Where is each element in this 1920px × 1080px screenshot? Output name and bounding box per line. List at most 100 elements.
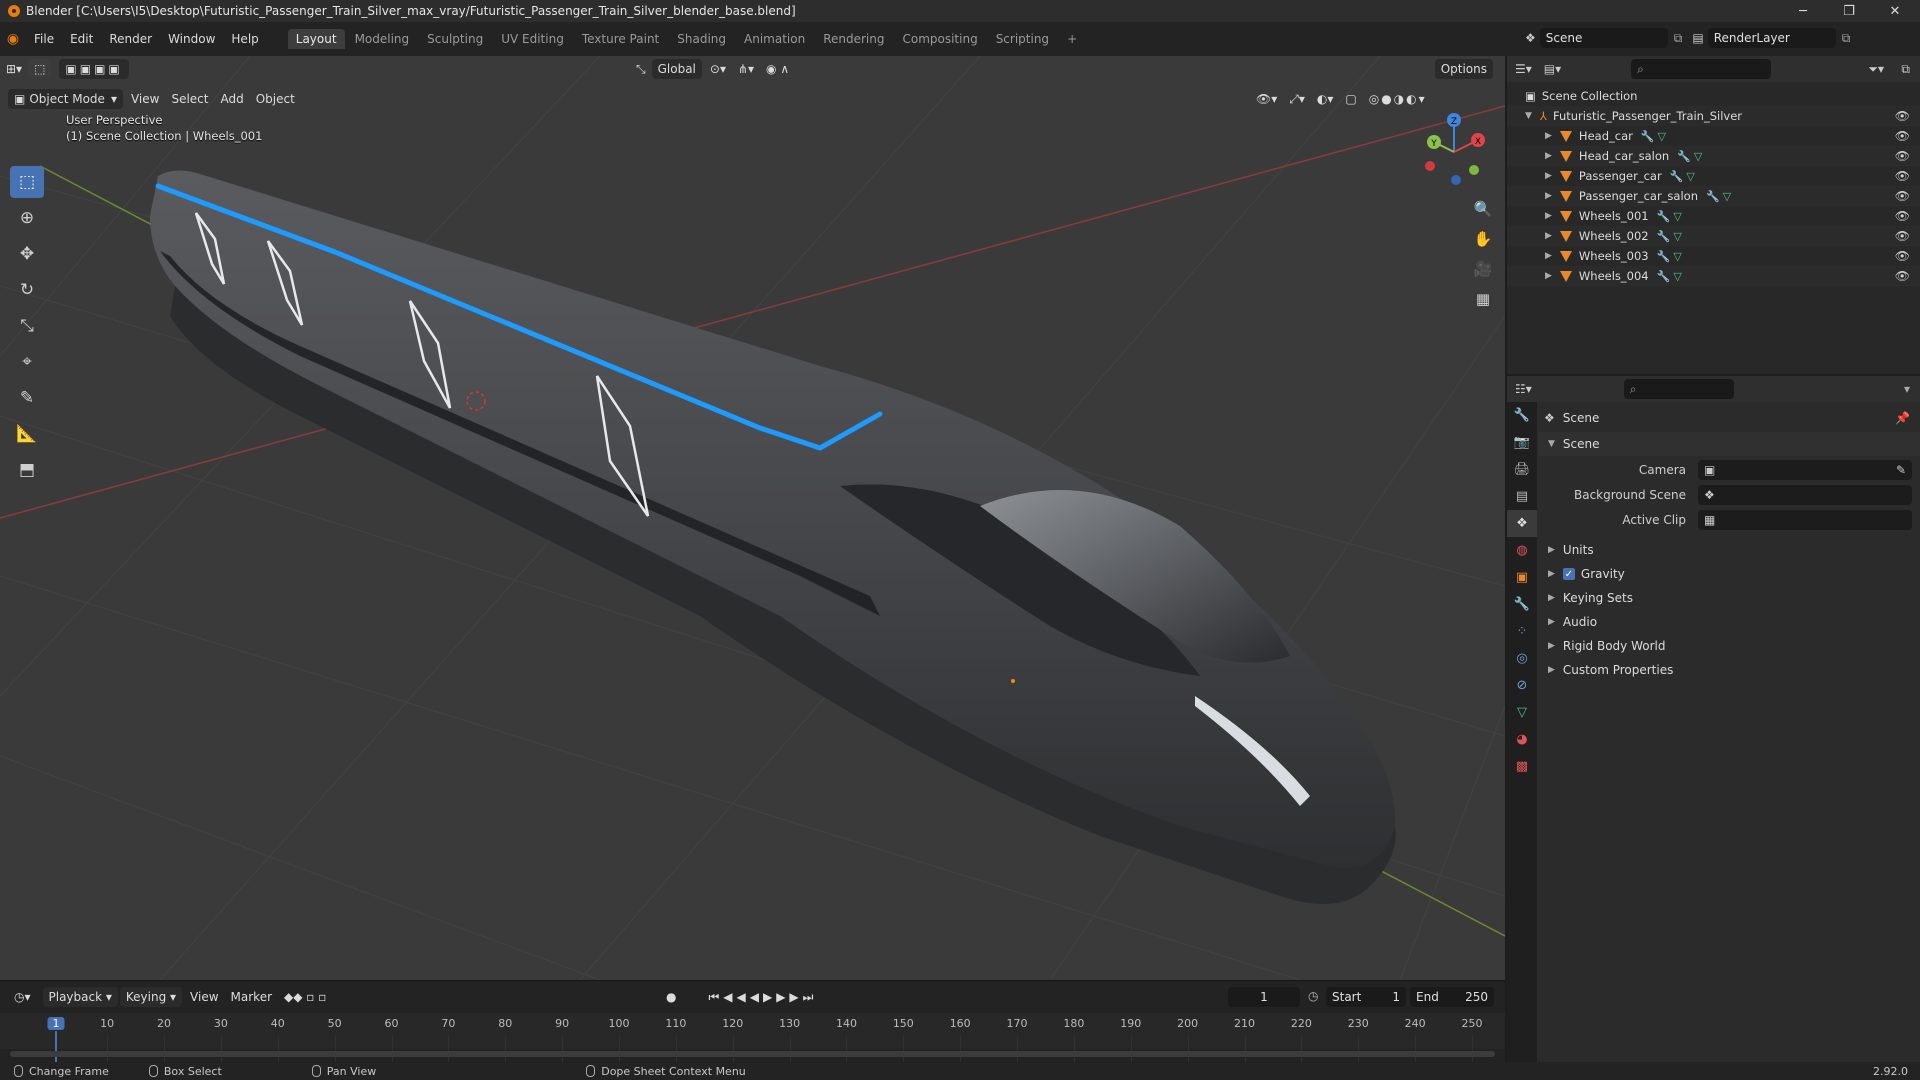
auto-keying-icon[interactable]: ●: [660, 987, 682, 1007]
properties-editor-type-icon[interactable]: ☷▾: [1515, 382, 1532, 396]
texture-tab-icon[interactable]: ▩: [1507, 753, 1537, 780]
eye-icon[interactable]: 👁: [1895, 169, 1910, 183]
object-tab-icon[interactable]: ▣: [1507, 564, 1537, 591]
end-frame-field[interactable]: End 250: [1410, 987, 1494, 1007]
scale-tool-icon[interactable]: ⤡: [10, 310, 44, 342]
tab-scripting[interactable]: Scripting: [988, 29, 1057, 49]
scene-panel-header[interactable]: ▼ Scene: [1538, 432, 1920, 456]
tab-uv-editing[interactable]: UV Editing: [493, 29, 572, 49]
scene-name-field[interactable]: Scene: [1539, 28, 1668, 48]
add-cube-tool-icon[interactable]: ⬒: [10, 454, 44, 486]
tab-layout[interactable]: Layout: [287, 29, 345, 49]
tree-row-collection[interactable]: ▼ ⅄ Futuristic_Passenger_Train_Silver 👁: [1507, 106, 1920, 126]
timeline-editor-type-icon[interactable]: ◷▾: [8, 987, 37, 1007]
mesh-data-icon[interactable]: ▽: [1658, 130, 1666, 143]
output-tab-icon[interactable]: 🖨: [1507, 456, 1537, 483]
visibility-icon[interactable]: 👁▾: [1250, 89, 1283, 109]
options-dropdown[interactable]: Options: [1434, 59, 1493, 79]
menu-help[interactable]: Help: [223, 32, 266, 46]
3d-viewport[interactable]: ⊞▾ ⬚ ▣▣▣▣ ⤡ Global ⊙▾ ⋔▾ ◉ ∧ Options ▣ O…: [0, 56, 1505, 980]
expand-right-icon[interactable]: ▶: [1545, 271, 1552, 281]
keying-menu[interactable]: Keying ▾: [119, 987, 183, 1007]
tab-animation[interactable]: Animation: [736, 29, 813, 49]
eyedropper-icon[interactable]: ✎: [1896, 463, 1906, 477]
expand-right-icon[interactable]: ▶: [1545, 171, 1552, 181]
gravity-panel[interactable]: ▶ ✓ Gravity: [1538, 562, 1920, 586]
minimize-button[interactable]: ─: [1780, 0, 1826, 22]
tab-compositing[interactable]: Compositing: [894, 29, 985, 49]
modifier-icon[interactable]: 🔧: [1677, 150, 1691, 163]
pivot-point-icon[interactable]: ⊙▾: [704, 59, 732, 79]
tree-row-object[interactable]: ▶ Head_car_salon 🔧 ▽ 👁: [1507, 146, 1920, 166]
tree-row-object[interactable]: ▶ Wheels_004 🔧 ▽ 👁: [1507, 266, 1920, 286]
tool-tab-icon[interactable]: 🔧: [1507, 402, 1537, 429]
mesh-data-icon[interactable]: ▽: [1723, 190, 1731, 203]
modifier-icon[interactable]: 🔧: [1657, 250, 1671, 263]
chevron-down-icon[interactable]: ▾: [1904, 382, 1910, 396]
playback-controls[interactable]: ⏮◀◀◀▶▶▶⏭: [702, 987, 823, 1007]
tab-shading[interactable]: Shading: [669, 29, 734, 49]
units-panel[interactable]: ▶ Units: [1538, 538, 1920, 562]
modifier-icon[interactable]: 🔧: [1670, 170, 1684, 183]
properties-search-input[interactable]: ⌕: [1623, 379, 1734, 399]
outliner-search-input[interactable]: ⌕: [1631, 59, 1772, 79]
modifier-icon[interactable]: 🔧: [1657, 270, 1671, 283]
scene-tab-icon[interactable]: ❖: [1507, 510, 1537, 537]
perspective-toggle-icon[interactable]: ▦: [1470, 286, 1496, 312]
blender-menu-icon[interactable]: ◉: [0, 31, 26, 47]
particles-tab-icon[interactable]: ⁘: [1507, 618, 1537, 645]
add-workspace-button[interactable]: +: [1059, 29, 1085, 49]
data-tab-icon[interactable]: ▽: [1507, 699, 1537, 726]
start-frame-field[interactable]: Start 1: [1326, 987, 1406, 1007]
mesh-data-icon[interactable]: ▽: [1686, 170, 1694, 183]
new-view-layer-icon[interactable]: ⧉: [1842, 31, 1851, 46]
mesh-data-icon[interactable]: ▽: [1673, 230, 1681, 243]
eye-icon[interactable]: 👁: [1895, 229, 1910, 243]
physics-tab-icon[interactable]: ◎: [1507, 645, 1537, 672]
keying-sets-panel[interactable]: ▶ Keying Sets: [1538, 586, 1920, 610]
selection-mode-icons[interactable]: ▣▣▣▣: [59, 59, 129, 79]
camera-field[interactable]: ▣ ✎: [1698, 460, 1912, 480]
view-layer-tab-icon[interactable]: ▤: [1507, 483, 1537, 510]
annotate-tool-icon[interactable]: ✎: [10, 382, 44, 414]
tree-row-object[interactable]: ▶ Head_car 🔧 ▽ 👁: [1507, 126, 1920, 146]
eye-icon[interactable]: 👁: [1895, 249, 1910, 263]
material-tab-icon[interactable]: ◕: [1507, 726, 1537, 753]
scene-selector-icon[interactable]: ❖: [1525, 31, 1536, 45]
train-model[interactable]: [150, 170, 1396, 904]
menu-view[interactable]: View: [125, 89, 165, 109]
editor-type-icon[interactable]: ⊞▾: [0, 59, 28, 79]
eye-icon[interactable]: 👁: [1895, 269, 1910, 283]
tab-modeling[interactable]: Modeling: [347, 29, 418, 49]
menu-add[interactable]: Add: [214, 89, 249, 109]
mesh-data-icon[interactable]: ▽: [1673, 270, 1681, 283]
tree-row-object[interactable]: ▶ Passenger_car_salon 🔧 ▽ 👁: [1507, 186, 1920, 206]
preview-range-icon[interactable]: ◷: [1308, 989, 1318, 1003]
background-scene-field[interactable]: ❖: [1698, 485, 1912, 505]
tree-row-object[interactable]: ▶ Wheels_003 🔧 ▽ 👁: [1507, 246, 1920, 266]
custom-properties-panel[interactable]: ▶ Custom Properties: [1538, 658, 1920, 682]
marker-menu[interactable]: Marker: [225, 987, 278, 1007]
menu-select[interactable]: Select: [165, 89, 214, 109]
modifier-tab-icon[interactable]: 🔧: [1507, 591, 1537, 618]
xray-icon[interactable]: ▢: [1339, 89, 1362, 109]
modifier-icon[interactable]: 🔧: [1706, 190, 1720, 203]
rotate-tool-icon[interactable]: ↻: [10, 274, 44, 306]
timeline-view-menu[interactable]: View: [184, 987, 224, 1007]
tree-row-object[interactable]: ▶ Wheels_001 🔧 ▽ 👁: [1507, 206, 1920, 226]
measure-tool-icon[interactable]: 📐: [10, 418, 44, 450]
modifier-icon[interactable]: 🔧: [1641, 130, 1655, 143]
eye-icon[interactable]: 👁: [1895, 209, 1910, 223]
current-frame-field[interactable]: 1: [1228, 987, 1300, 1007]
navigation-gizmo[interactable]: Z X Y: [1414, 112, 1494, 192]
new-collection-icon[interactable]: ⧉: [1901, 62, 1910, 77]
mesh-data-icon[interactable]: ▽: [1673, 210, 1681, 223]
menu-edit[interactable]: Edit: [62, 32, 101, 46]
transform-orientation-icon[interactable]: ⤡: [630, 59, 652, 79]
view-layer-icon[interactable]: ▤: [1692, 31, 1703, 45]
mesh-data-icon[interactable]: ▽: [1673, 250, 1681, 263]
eye-icon[interactable]: 👁: [1895, 189, 1910, 203]
tab-texture-paint[interactable]: Texture Paint: [574, 29, 667, 49]
outliner-editor-type-icon[interactable]: ☰▾: [1515, 62, 1532, 76]
proportional-edit-icon[interactable]: ◉ ∧: [760, 59, 795, 79]
